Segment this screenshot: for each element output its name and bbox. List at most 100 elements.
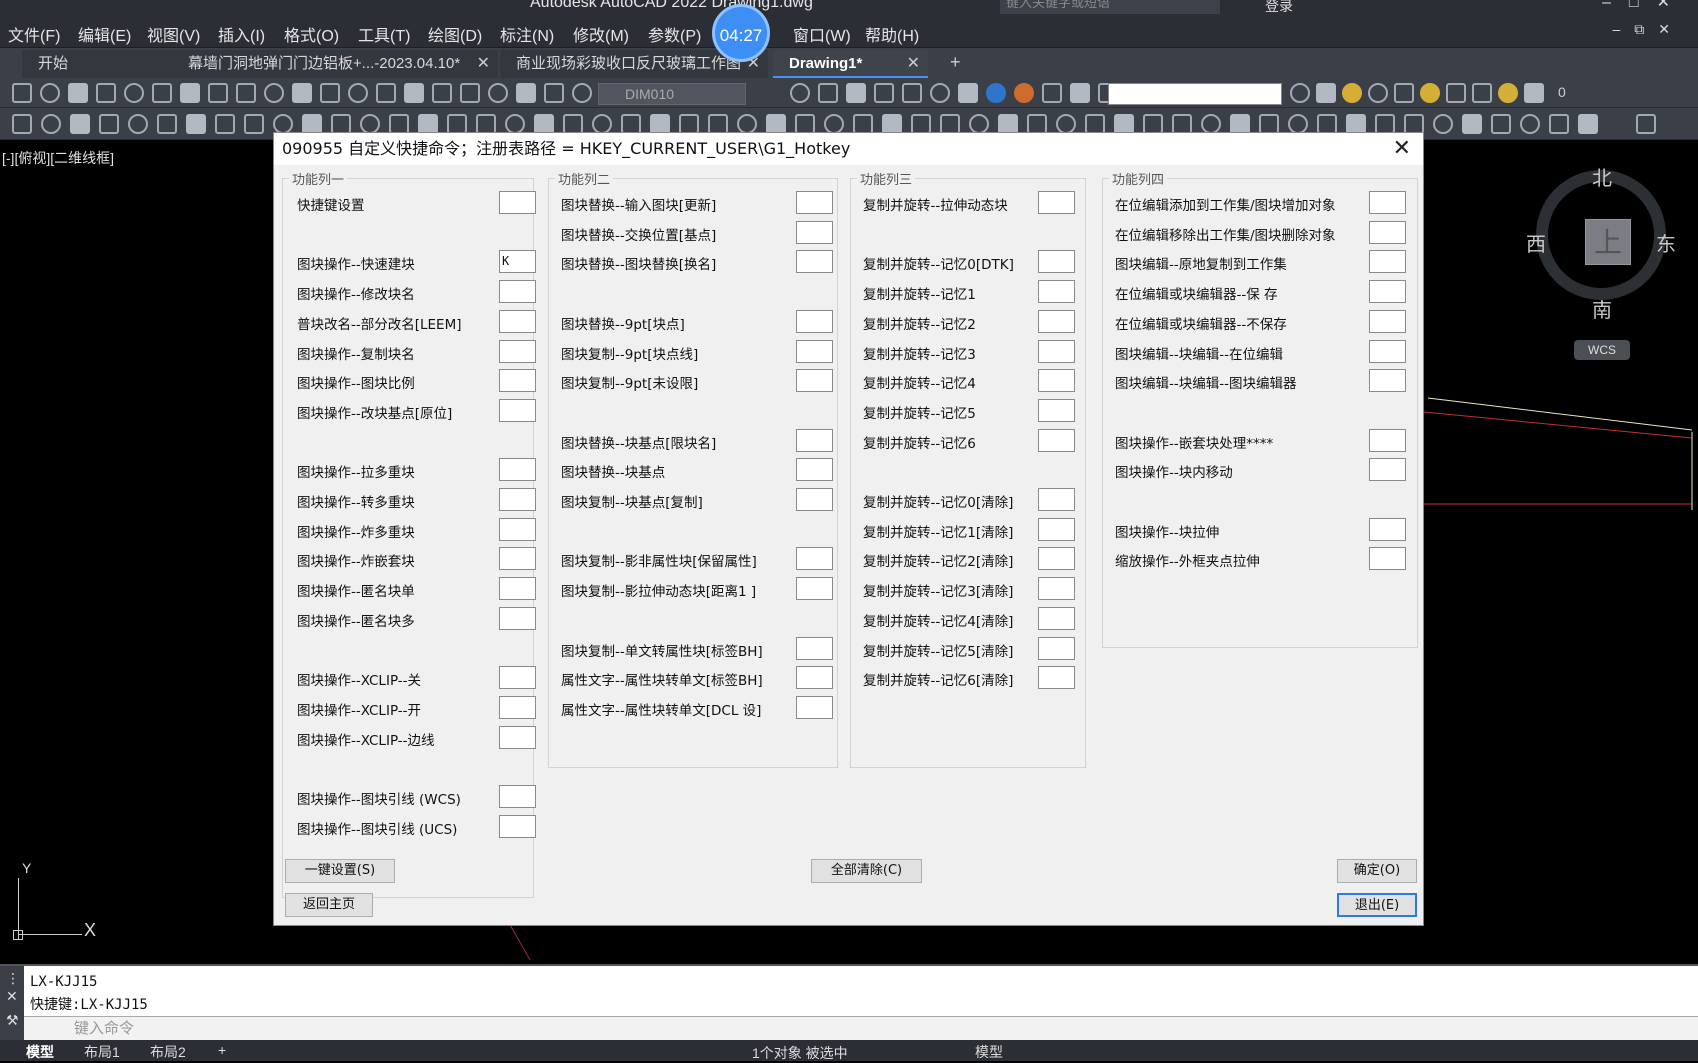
menu-item[interactable]: 参数(P) <box>648 22 701 46</box>
toolbar-tool-icon[interactable] <box>1462 114 1482 134</box>
hotkey-input[interactable] <box>1369 191 1406 214</box>
hotkey-input[interactable] <box>796 636 833 660</box>
status-tab-model[interactable]: 模型 <box>26 1042 54 1062</box>
toolbar-tool-icon[interactable] <box>679 114 699 134</box>
toolbar-tool-icon[interactable] <box>1230 114 1250 134</box>
layer-tool-icon[interactable] <box>1446 83 1466 103</box>
back-home-button[interactable]: 返回主页 <box>285 893 373 917</box>
toolbar-tool-icon[interactable] <box>404 83 424 103</box>
layer-tool-icon[interactable] <box>1290 83 1310 103</box>
toolbar-tool-icon[interactable] <box>12 83 32 103</box>
layer-tool-icon[interactable] <box>1498 83 1518 103</box>
toolbar-tool-icon[interactable] <box>1056 114 1076 134</box>
hotkey-input[interactable] <box>1038 636 1075 660</box>
toolbar-tool-icon[interactable] <box>1346 114 1366 134</box>
ok-button[interactable]: 确定(O) <box>1337 859 1417 883</box>
toolbar-tool-icon[interactable] <box>1114 114 1134 134</box>
toolbar-tool-icon[interactable] <box>124 83 144 103</box>
hotkey-input[interactable] <box>1038 517 1075 541</box>
hotkey-input[interactable] <box>796 666 833 690</box>
hotkey-input[interactable] <box>796 339 833 363</box>
close-tab-icon[interactable]: ✕ <box>907 50 920 76</box>
hotkey-input[interactable] <box>1038 606 1075 630</box>
toolbar-tool-icon[interactable] <box>292 83 312 103</box>
toolbar-tool-icon[interactable] <box>650 114 670 134</box>
hotkey-input[interactable] <box>499 398 536 422</box>
window-controls[interactable]: –□✕ <box>1602 0 1688 12</box>
toolbar-tool-icon[interactable] <box>621 114 641 134</box>
hotkey-input[interactable] <box>499 547 536 571</box>
toolbar-tool-icon[interactable] <box>68 83 88 103</box>
toolbar-tool-icon[interactable] <box>157 114 177 134</box>
viewport-label[interactable]: [-][俯视][二维线框] <box>2 148 114 168</box>
toolbar-tool-icon[interactable] <box>476 114 496 134</box>
hotkey-input[interactable] <box>499 369 536 393</box>
toolbar-tool-icon[interactable] <box>99 114 119 134</box>
toolbar-tool-icon[interactable] <box>1070 83 1090 103</box>
toolbar-tool-icon[interactable] <box>708 114 728 134</box>
menu-item[interactable]: 插入(I) <box>218 22 265 46</box>
toolbar-tool-icon[interactable] <box>911 114 931 134</box>
toolbar-tool-icon[interactable] <box>1042 83 1062 103</box>
wrench-icon[interactable]: ⚒ <box>6 1012 19 1029</box>
toolbar-tool-icon[interactable] <box>1549 114 1569 134</box>
toolbar-tool-icon[interactable] <box>273 114 293 134</box>
layer-tool-icon[interactable] <box>1368 83 1388 103</box>
layer-input[interactable] <box>1108 83 1282 105</box>
toolbar-tool-icon[interactable] <box>1288 114 1308 134</box>
toolbar-tool-icon[interactable] <box>516 83 536 103</box>
hotkey-input[interactable] <box>499 488 536 511</box>
hotkey-input[interactable] <box>499 666 536 690</box>
hotkey-input[interactable] <box>1038 547 1075 571</box>
viewcube-east[interactable]: 东 <box>1656 228 1676 257</box>
hotkey-input[interactable] <box>796 220 833 244</box>
toolbar-tool-icon[interactable] <box>12 114 32 134</box>
hotkey-input[interactable] <box>796 577 833 601</box>
toolbar-tool-icon[interactable] <box>958 83 978 103</box>
toolbar-tool-icon[interactable] <box>180 83 200 103</box>
hotkey-input[interactable] <box>1038 666 1075 690</box>
toolbar-tool-icon[interactable] <box>70 114 90 134</box>
toolbar-tool-icon[interactable] <box>1143 114 1163 134</box>
toolbar-tool-icon[interactable] <box>1259 114 1279 134</box>
toolbar-tool-icon[interactable] <box>186 114 206 134</box>
hotkey-input[interactable] <box>1038 250 1075 274</box>
hotkey-input[interactable] <box>1369 458 1406 482</box>
toolbar-tool-icon[interactable] <box>902 83 922 103</box>
toolbar-tool-icon[interactable] <box>969 114 989 134</box>
toolbar-tool-icon[interactable] <box>389 114 409 134</box>
layer-tool-icon[interactable] <box>1420 83 1440 103</box>
toolbar-tool-icon[interactable] <box>41 114 61 134</box>
toolbar-tool-icon[interactable] <box>447 114 467 134</box>
toolbar-tool-icon[interactable] <box>795 114 815 134</box>
toolbar-tool-icon[interactable] <box>302 114 322 134</box>
toolbar-tool-icon[interactable] <box>1201 114 1221 134</box>
viewcube-west[interactable]: 西 <box>1526 228 1546 257</box>
hotkey-input[interactable] <box>499 339 536 363</box>
hotkey-input[interactable] <box>1038 369 1075 393</box>
toolbar-tool-icon[interactable] <box>940 114 960 134</box>
new-tab-button[interactable]: + <box>950 52 961 73</box>
menu-item[interactable]: 视图(V) <box>147 22 200 46</box>
toolbar-tool-icon[interactable] <box>40 83 60 103</box>
hotkey-input[interactable] <box>1369 250 1406 274</box>
toolbar-tool-icon[interactable] <box>882 114 902 134</box>
close-tab-icon[interactable]: ✕ <box>477 50 490 78</box>
hotkey-input[interactable] <box>796 695 833 719</box>
toolbar-tool-icon[interactable] <box>534 114 554 134</box>
hotkey-input[interactable] <box>796 547 833 571</box>
one-key-setup-button[interactable]: 一键设置(S) <box>285 859 395 883</box>
toolbar-tool-icon[interactable] <box>790 83 810 103</box>
toolbar-tool-icon[interactable] <box>96 83 116 103</box>
close-icon[interactable]: ✕ <box>1393 136 1411 161</box>
hotkey-input[interactable] <box>796 458 833 482</box>
hotkey-input[interactable] <box>499 695 536 719</box>
hotkey-input[interactable] <box>796 309 833 333</box>
toolbar-tool-icon[interactable] <box>460 83 480 103</box>
toolbar-tool-icon[interactable] <box>1014 83 1034 103</box>
toolbar-tool-icon[interactable] <box>998 114 1018 134</box>
viewcube-south[interactable]: 南 <box>1592 294 1612 323</box>
toolbar-tool-icon[interactable] <box>1520 114 1540 134</box>
hotkey-input[interactable] <box>1369 220 1406 244</box>
toolbar-tool-icon[interactable] <box>1085 114 1105 134</box>
